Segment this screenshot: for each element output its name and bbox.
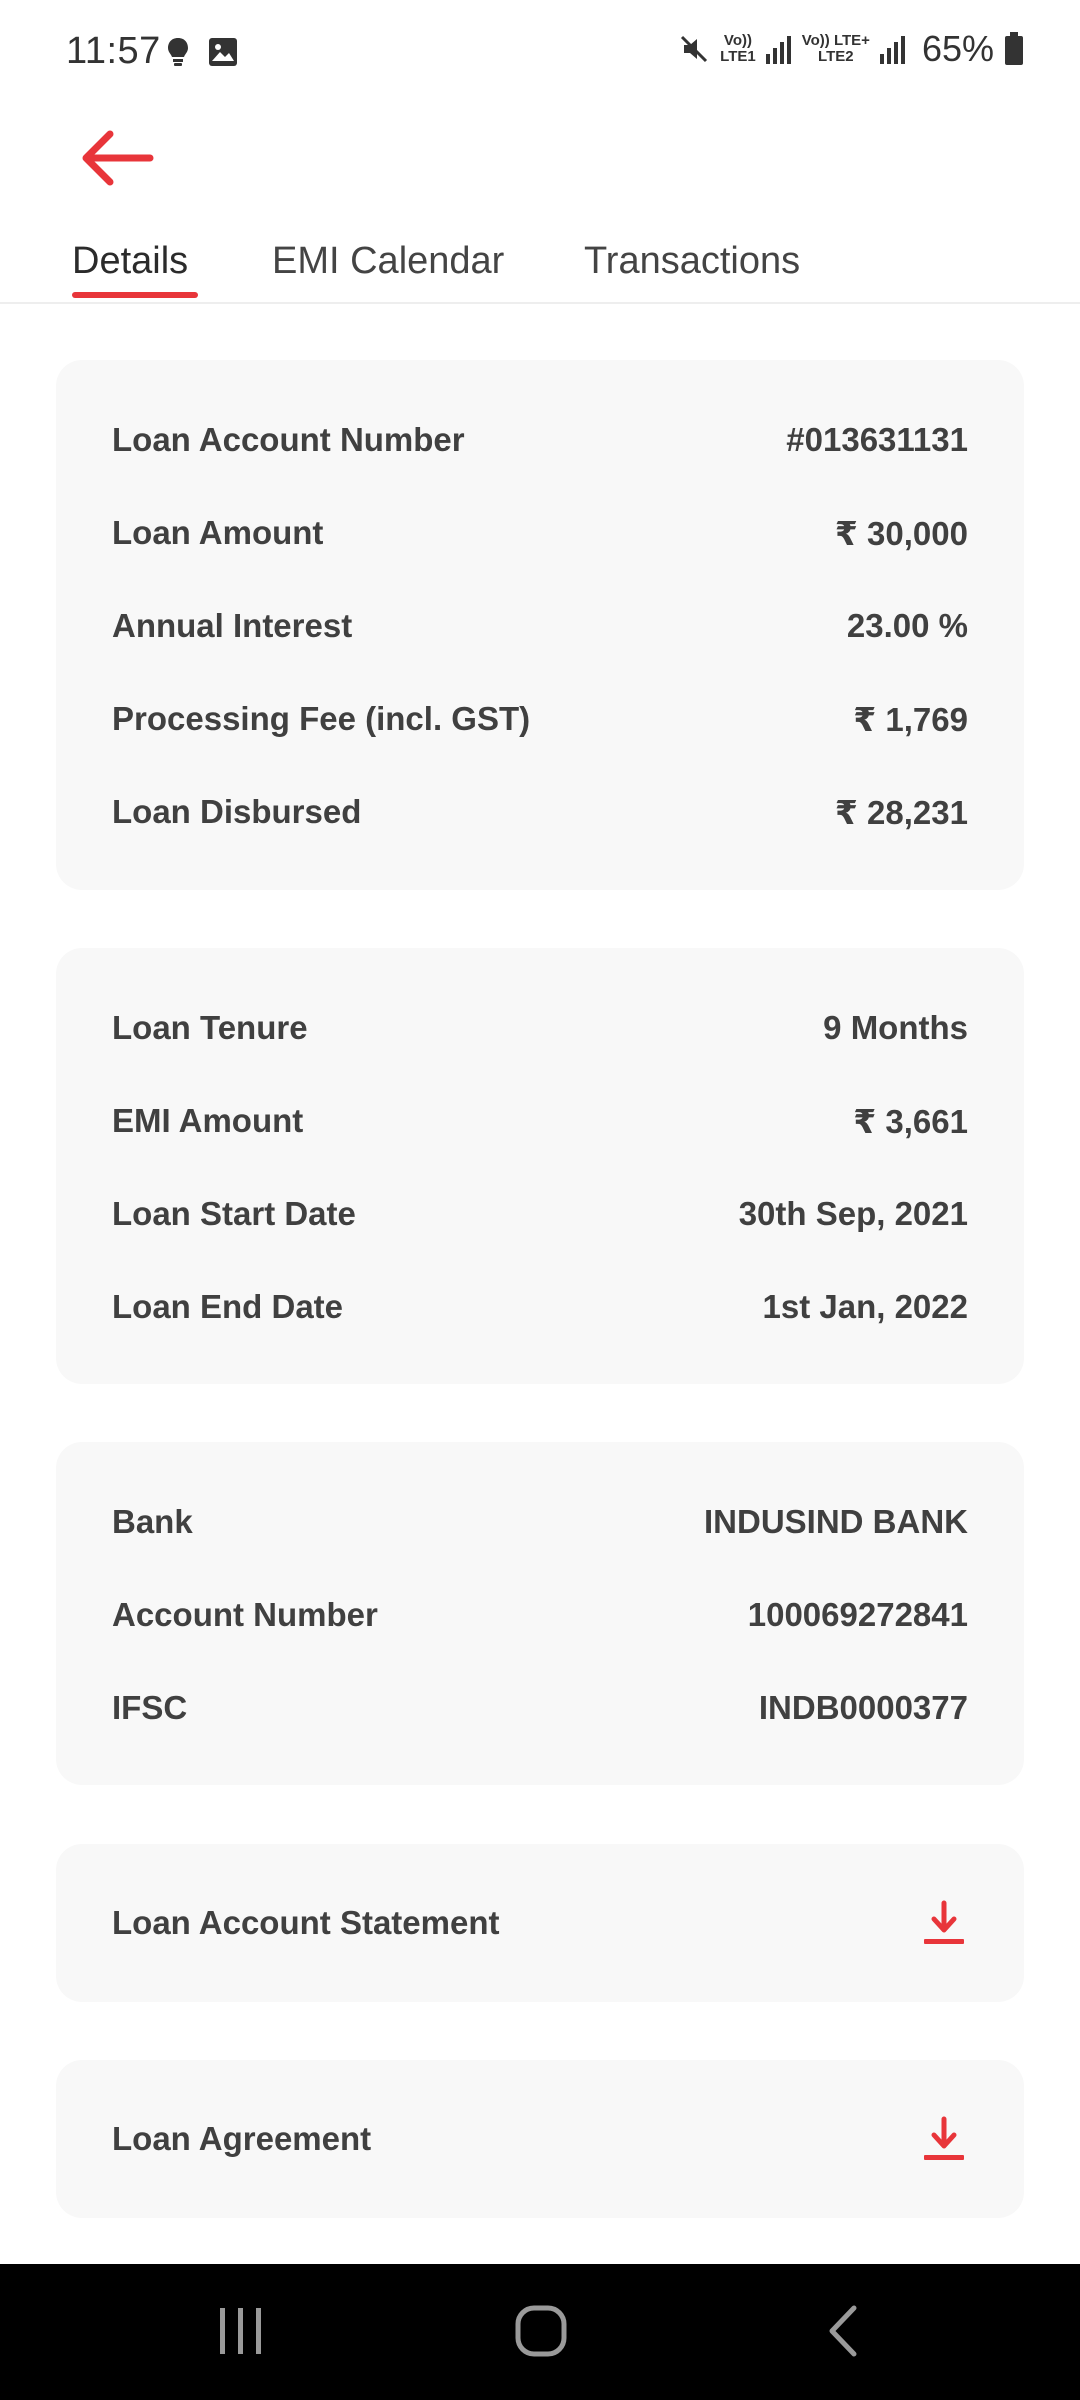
detail-label: Loan Amount (112, 514, 324, 551)
detail-row-account-number: Loan Account Number #013631131 (112, 415, 968, 465)
detail-row-ifsc: IFSC INDB0000377 (112, 1683, 968, 1733)
detail-value: ₹ 1,769 (853, 700, 968, 738)
status-left-icons (166, 36, 238, 68)
detail-row-end-date: Loan End Date 1st Jan, 2022 (112, 1282, 968, 1332)
loan-statement-label: Loan Account Statement (112, 1904, 500, 1941)
detail-row-processing-fee: Processing Fee (incl. GST) ₹ 1,769 (112, 694, 968, 744)
detail-value: INDUSIND BANK (704, 1503, 968, 1540)
detail-label: IFSC (112, 1689, 188, 1726)
detail-value: #013631131 (786, 421, 968, 458)
detail-row-emi-amount: EMI Amount ₹ 3,661 (112, 1096, 968, 1146)
detail-label: Loan Account Number (112, 421, 465, 458)
battery-icon (1005, 32, 1023, 65)
emi-details-card: Loan Tenure 9 Months EMI Amount ₹ 3,661 … (56, 948, 1024, 1384)
detail-row-account-number: Account Number 100069272841 (112, 1590, 968, 1640)
network-1-label: Vo)) LTE1 (720, 32, 756, 65)
system-nav-bar (0, 2264, 1080, 2400)
recents-icon[interactable] (216, 2304, 266, 2358)
status-time: 11:57 (66, 30, 161, 72)
detail-value: 1st Jan, 2022 (762, 1288, 968, 1325)
bulb-icon (168, 38, 188, 66)
home-icon[interactable] (514, 2304, 568, 2358)
tab-details[interactable]: Details (72, 240, 188, 283)
network-2-label: Vo)) LTE+ LTE2 (801, 32, 870, 65)
detail-row-loan-amount: Loan Amount ₹ 30,000 (112, 508, 968, 558)
detail-label: Processing Fee (incl. GST) (112, 700, 531, 737)
tab-bar: Details EMI Calendar Transactions (0, 230, 1080, 304)
battery-percent: 65% (921, 28, 994, 69)
detail-label: Loan Tenure (112, 1009, 308, 1046)
detail-label: Loan End Date (112, 1288, 344, 1325)
detail-label: Annual Interest (112, 607, 353, 644)
detail-value: 9 Months (823, 1009, 968, 1046)
detail-label: Loan Start Date (112, 1195, 356, 1232)
detail-label: EMI Amount (112, 1102, 304, 1139)
detail-value: ₹ 3,661 (853, 1102, 968, 1140)
detail-row-loan-tenure: Loan Tenure 9 Months (112, 1003, 968, 1053)
detail-value: ₹ 28,231 (834, 793, 968, 831)
mute-icon (681, 35, 708, 63)
tab-emi-calendar[interactable]: EMI Calendar (272, 240, 504, 283)
detail-value: 100069272841 (747, 1596, 968, 1633)
download-icon[interactable] (920, 2115, 968, 2163)
back-nav-icon[interactable] (824, 2304, 864, 2358)
detail-row-bank: Bank INDUSIND BANK (112, 1497, 968, 1547)
loan-agreement-card[interactable]: Loan Agreement (56, 2060, 1024, 2218)
status-right-icons: Vo)) LTE1 Vo)) LTE+ LTE2 65% (678, 28, 1024, 70)
detail-value: 30th Sep, 2021 (738, 1195, 968, 1232)
detail-row-loan-disbursed: Loan Disbursed ₹ 28,231 (112, 787, 968, 837)
signal-1-icon (765, 36, 791, 64)
detail-row-annual-interest: Annual Interest 23.00 % (112, 601, 968, 651)
loan-statement-card[interactable]: Loan Account Statement (56, 1844, 1024, 2002)
status-bar: 11:57 Vo)) LTE1 Vo)) LTE+ LTE2 65% (0, 0, 1080, 110)
bank-details-card: Bank INDUSIND BANK Account Number 100069… (56, 1442, 1024, 1785)
detail-value: INDB0000377 (758, 1689, 968, 1726)
tab-transactions[interactable]: Transactions (584, 240, 800, 283)
detail-value: 23.00 % (846, 607, 968, 644)
loan-agreement-row[interactable]: Loan Agreement (112, 2060, 968, 2218)
gallery-icon (209, 38, 237, 66)
detail-label: Bank (112, 1503, 193, 1540)
detail-label: Account Number (112, 1596, 378, 1633)
detail-value: ₹ 30,000 (834, 514, 968, 552)
detail-row-start-date: Loan Start Date 30th Sep, 2021 (112, 1189, 968, 1239)
download-icon[interactable] (920, 1899, 968, 1947)
loan-details-card: Loan Account Number #013631131 Loan Amou… (56, 360, 1024, 890)
loan-agreement-label: Loan Agreement (112, 2120, 372, 2157)
back-arrow-icon[interactable] (80, 126, 154, 190)
loan-statement-row[interactable]: Loan Account Statement (112, 1844, 968, 2002)
detail-label: Loan Disbursed (112, 793, 362, 830)
signal-2-icon (879, 36, 905, 64)
active-tab-indicator (72, 292, 198, 298)
